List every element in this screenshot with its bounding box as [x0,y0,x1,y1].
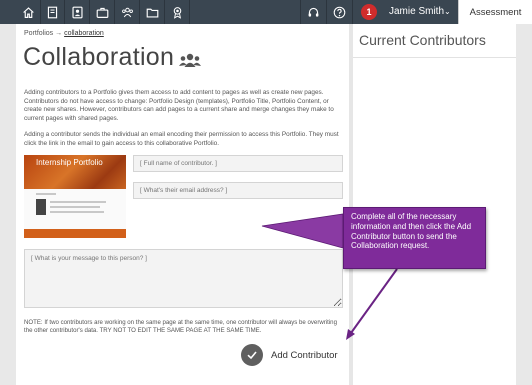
breadcrumb-root[interactable]: Portfolios [24,30,53,37]
folder-icon[interactable] [141,0,165,24]
page-title: Collaboration [23,43,175,71]
email-info-paragraph: Adding a contributor sends the individua… [24,131,339,147]
thumbnail-body [24,189,126,229]
home-icon[interactable] [17,0,41,24]
add-contributor-label[interactable]: Add Contributor [271,350,338,361]
checkmark-icon[interactable] [241,344,263,366]
user-name[interactable]: Jamie Smith [389,0,444,24]
concurrency-note: NOTE: If two contributors are working on… [24,319,337,335]
top-navigation-bar: 1 Jamie Smith ⌄ Assessment [0,0,532,24]
callout-arrow-line [350,268,398,334]
headset-icon[interactable] [300,0,326,24]
thumbnail-footer-bar [24,229,126,238]
callout-box: Complete all of the necessary informatio… [343,207,486,269]
contributor-email-input[interactable] [133,182,343,199]
users-icon[interactable] [116,0,140,24]
right-gutter [516,24,532,385]
contributor-name-input[interactable] [133,155,343,172]
page-icon[interactable] [41,0,65,24]
thumbnail-photo [36,199,46,215]
thumbnail-title: Internship Portfolio [36,158,103,167]
breadcrumb-separator: → [55,30,63,37]
message-textarea[interactable] [24,249,343,308]
thumbnail-text-line [36,193,56,195]
panel-divider [349,24,353,385]
intro-paragraph: Adding contributors to a Portfolio gives… [24,89,334,122]
notification-badge[interactable]: 1 [361,4,377,20]
briefcase-icon[interactable] [91,0,115,24]
thumbnail-text-line [50,201,106,203]
help-icon[interactable] [326,0,352,24]
thumbnail-text-line [50,206,100,208]
thumbnail-text-line [50,211,104,213]
left-gutter [0,24,16,385]
breadcrumb: Portfolios → collaboration [24,30,104,37]
contact-card-icon[interactable] [66,0,90,24]
current-contributors-title: Current Contributors [359,32,486,48]
callout-wedge [261,213,344,249]
sidebar-divider [353,57,516,58]
breadcrumb-current[interactable]: collaboration [64,30,104,37]
tab-assessment[interactable]: Assessment [458,0,532,24]
portfolio-thumbnail: Internship Portfolio [24,155,126,238]
thumbnail-header-image: Internship Portfolio [24,155,126,189]
chevron-down-icon[interactable]: ⌄ [444,0,451,24]
add-contributor-button[interactable]: Add Contributor [241,343,343,367]
award-icon[interactable] [166,0,190,24]
users-icon [179,53,201,67]
